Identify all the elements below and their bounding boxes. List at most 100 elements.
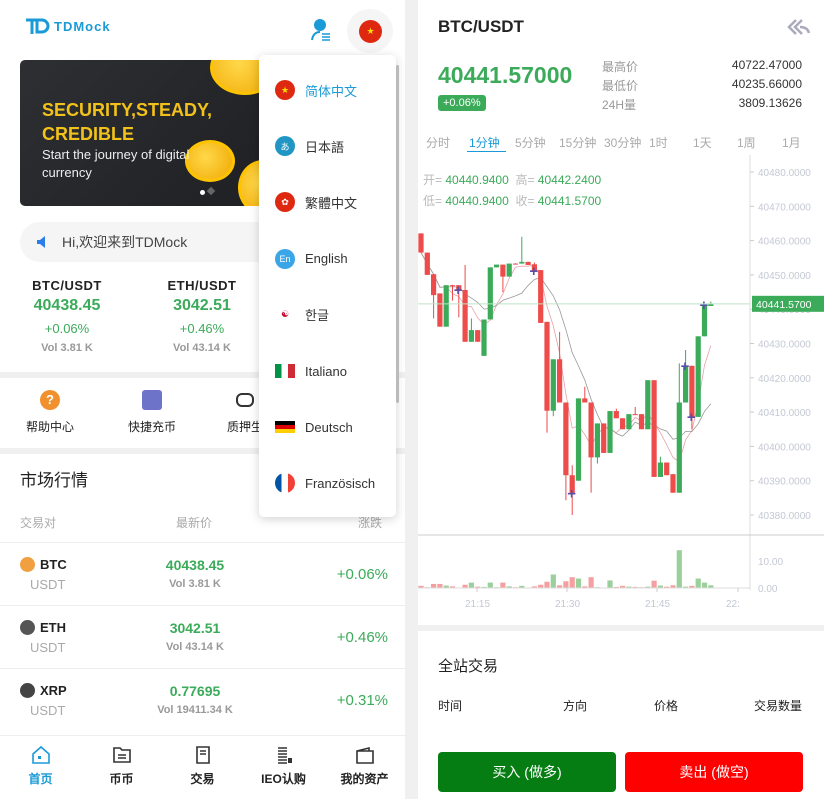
- interval-tab[interactable]: 1天: [693, 134, 712, 151]
- candle: [575, 398, 582, 481]
- jp-flag-icon: あ: [275, 136, 295, 157]
- carousel-dot-active[interactable]: [200, 190, 205, 195]
- language-option-kr[interactable]: ☯ 한글: [275, 304, 329, 325]
- interval-tab[interactable]: 1时: [649, 134, 668, 151]
- volume-bar: [701, 582, 708, 588]
- home-panel: TDMock ★ SECURITY,STEADY, CREDIBLE Start…: [0, 0, 405, 799]
- vol-tick-label: 10.00: [758, 557, 783, 568]
- ticker-eth[interactable]: ETH/USDT 3042.51 +0.46% Vol 43.14 K: [137, 278, 267, 354]
- market-row[interactable]: XRP USDT 0.77695 Vol 19411.34 K +0.31%: [0, 668, 405, 731]
- candle: [626, 414, 632, 430]
- language-option-de[interactable]: Deutsch: [275, 417, 353, 437]
- td-logo-icon: [26, 18, 50, 34]
- kline-chart[interactable]: 40480.0000 40470.0000 40460.0000 40450.0000…: [418, 155, 824, 615]
- symbol: ETH: [40, 620, 66, 635]
- volume-bar: [468, 582, 474, 588]
- volume-bar: [588, 577, 594, 588]
- candle: [512, 263, 519, 265]
- coin-image: [185, 140, 235, 182]
- bottom-nav: 首页 币币 交易 IEO认购 我的资产: [0, 735, 405, 799]
- interval-tab[interactable]: 1周: [737, 134, 756, 151]
- col-pair: 交易对: [20, 516, 57, 530]
- interval-tab[interactable]: 5分钟: [515, 134, 546, 151]
- candle: [676, 402, 682, 493]
- banner-title: SECURITY,STEADY, CREDIBLE: [42, 100, 213, 144]
- language-option-fr[interactable]: Französisch: [275, 473, 375, 494]
- nav-home[interactable]: 首页: [0, 736, 81, 799]
- back-icon[interactable]: [786, 18, 811, 41]
- de-flag-icon: [275, 421, 295, 434]
- interval-tab[interactable]: 1月: [782, 134, 801, 151]
- candle: [424, 252, 430, 275]
- volume-bar: [651, 580, 657, 588]
- volume-bar: [431, 583, 437, 588]
- volume-bar: [500, 582, 506, 588]
- nav-assets[interactable]: 我的资产: [324, 736, 405, 799]
- col-time: 时间: [438, 699, 463, 713]
- sell-button[interactable]: 卖出 (做空): [625, 752, 803, 792]
- pair-title: BTC/USDT: [438, 17, 524, 36]
- quick-deposit[interactable]: 快捷充币: [102, 390, 202, 435]
- last-price: 40441.57000: [438, 62, 573, 88]
- market-row[interactable]: ETH USDT 3042.51 Vol 43.14 K +0.46%: [0, 605, 405, 668]
- volume-bar: [544, 581, 550, 588]
- interval-tab[interactable]: 30分钟: [604, 134, 641, 151]
- y-tick-label: 40480.0000: [758, 168, 811, 179]
- notice-bar[interactable]: Hi,欢迎来到TDMock: [20, 222, 280, 262]
- logo: TDMock: [24, 16, 111, 36]
- language-option-cn[interactable]: ★ 简体中文: [275, 80, 357, 100]
- coins-stack-icon: [277, 747, 292, 764]
- nav-ieo[interactable]: IEO认购: [243, 736, 324, 799]
- language-option-hk[interactable]: ✿ 繁體中文: [275, 192, 357, 213]
- change-badge: +0.06%: [438, 95, 486, 111]
- quick-help[interactable]: ? 帮助中心: [0, 390, 100, 435]
- language-option-it[interactable]: Italiano: [275, 361, 347, 381]
- candle: [550, 359, 556, 411]
- coin-icon: [20, 620, 35, 635]
- change: +0.31%: [336, 692, 388, 709]
- col-amount: 交易数量: [754, 699, 803, 713]
- interval-tab[interactable]: 分时: [426, 134, 450, 151]
- signal-marker: +: [567, 485, 576, 502]
- carousel-dot[interactable]: [206, 186, 216, 196]
- cn-flag-icon: ★: [359, 20, 382, 43]
- wallet-icon: [355, 746, 374, 764]
- stat-low: 40235.66000: [731, 77, 802, 91]
- user-list-icon[interactable]: [310, 18, 332, 47]
- x-tick-label: 22:: [726, 599, 740, 610]
- coin-icon: [20, 557, 35, 572]
- interval-tab[interactable]: 1分钟: [469, 134, 500, 151]
- quote: USDT: [30, 640, 66, 655]
- quote: USDT: [30, 577, 66, 592]
- language-button[interactable]: ★: [347, 9, 393, 53]
- volume-bar: [563, 581, 569, 588]
- buy-button[interactable]: 买入 (做多): [438, 752, 616, 792]
- trade-detail-panel: BTC/USDT 40441.57000 +0.06% 最高价 最低价 24H量…: [418, 0, 824, 799]
- volume: Vol 3.81 K: [169, 578, 221, 590]
- market-title: 市场行情: [20, 471, 88, 490]
- ticker-btc[interactable]: BTC/USDT 40438.45 +0.06% Vol 3.81 K: [2, 278, 132, 354]
- candle: [657, 462, 663, 477]
- y-tick-label: 40380.0000: [758, 511, 811, 522]
- vol-tick-label: 0.00: [758, 584, 778, 595]
- dropdown-scrollbar[interactable]: [396, 65, 399, 403]
- col-direction: 方向: [563, 699, 588, 713]
- nav-trade[interactable]: 交易: [162, 736, 243, 799]
- candle: [462, 289, 468, 342]
- last-price-label: 40441.5700: [756, 299, 812, 311]
- banner-carousel[interactable]: SECURITY,STEADY, CREDIBLE Start the jour…: [20, 60, 270, 206]
- volume-bar: [437, 583, 443, 588]
- deposit-icon: [142, 390, 162, 410]
- banner-subtitle: Start the journey of digital currency: [42, 147, 190, 180]
- nav-spot[interactable]: 币币: [81, 736, 162, 799]
- help-icon: ?: [40, 390, 60, 410]
- col-price: 价格: [654, 699, 679, 713]
- interval-tab[interactable]: 15分钟: [559, 134, 596, 151]
- candle: [544, 321, 550, 411]
- language-option-jp[interactable]: あ日本語: [275, 136, 344, 157]
- signal-marker: +: [700, 297, 709, 314]
- language-option-en[interactable]: En English: [275, 248, 348, 269]
- price: 40438.45: [165, 557, 225, 573]
- price: 0.77695: [169, 683, 221, 699]
- market-row[interactable]: BTC USDT 40438.45 Vol 3.81 K +0.06%: [0, 542, 405, 605]
